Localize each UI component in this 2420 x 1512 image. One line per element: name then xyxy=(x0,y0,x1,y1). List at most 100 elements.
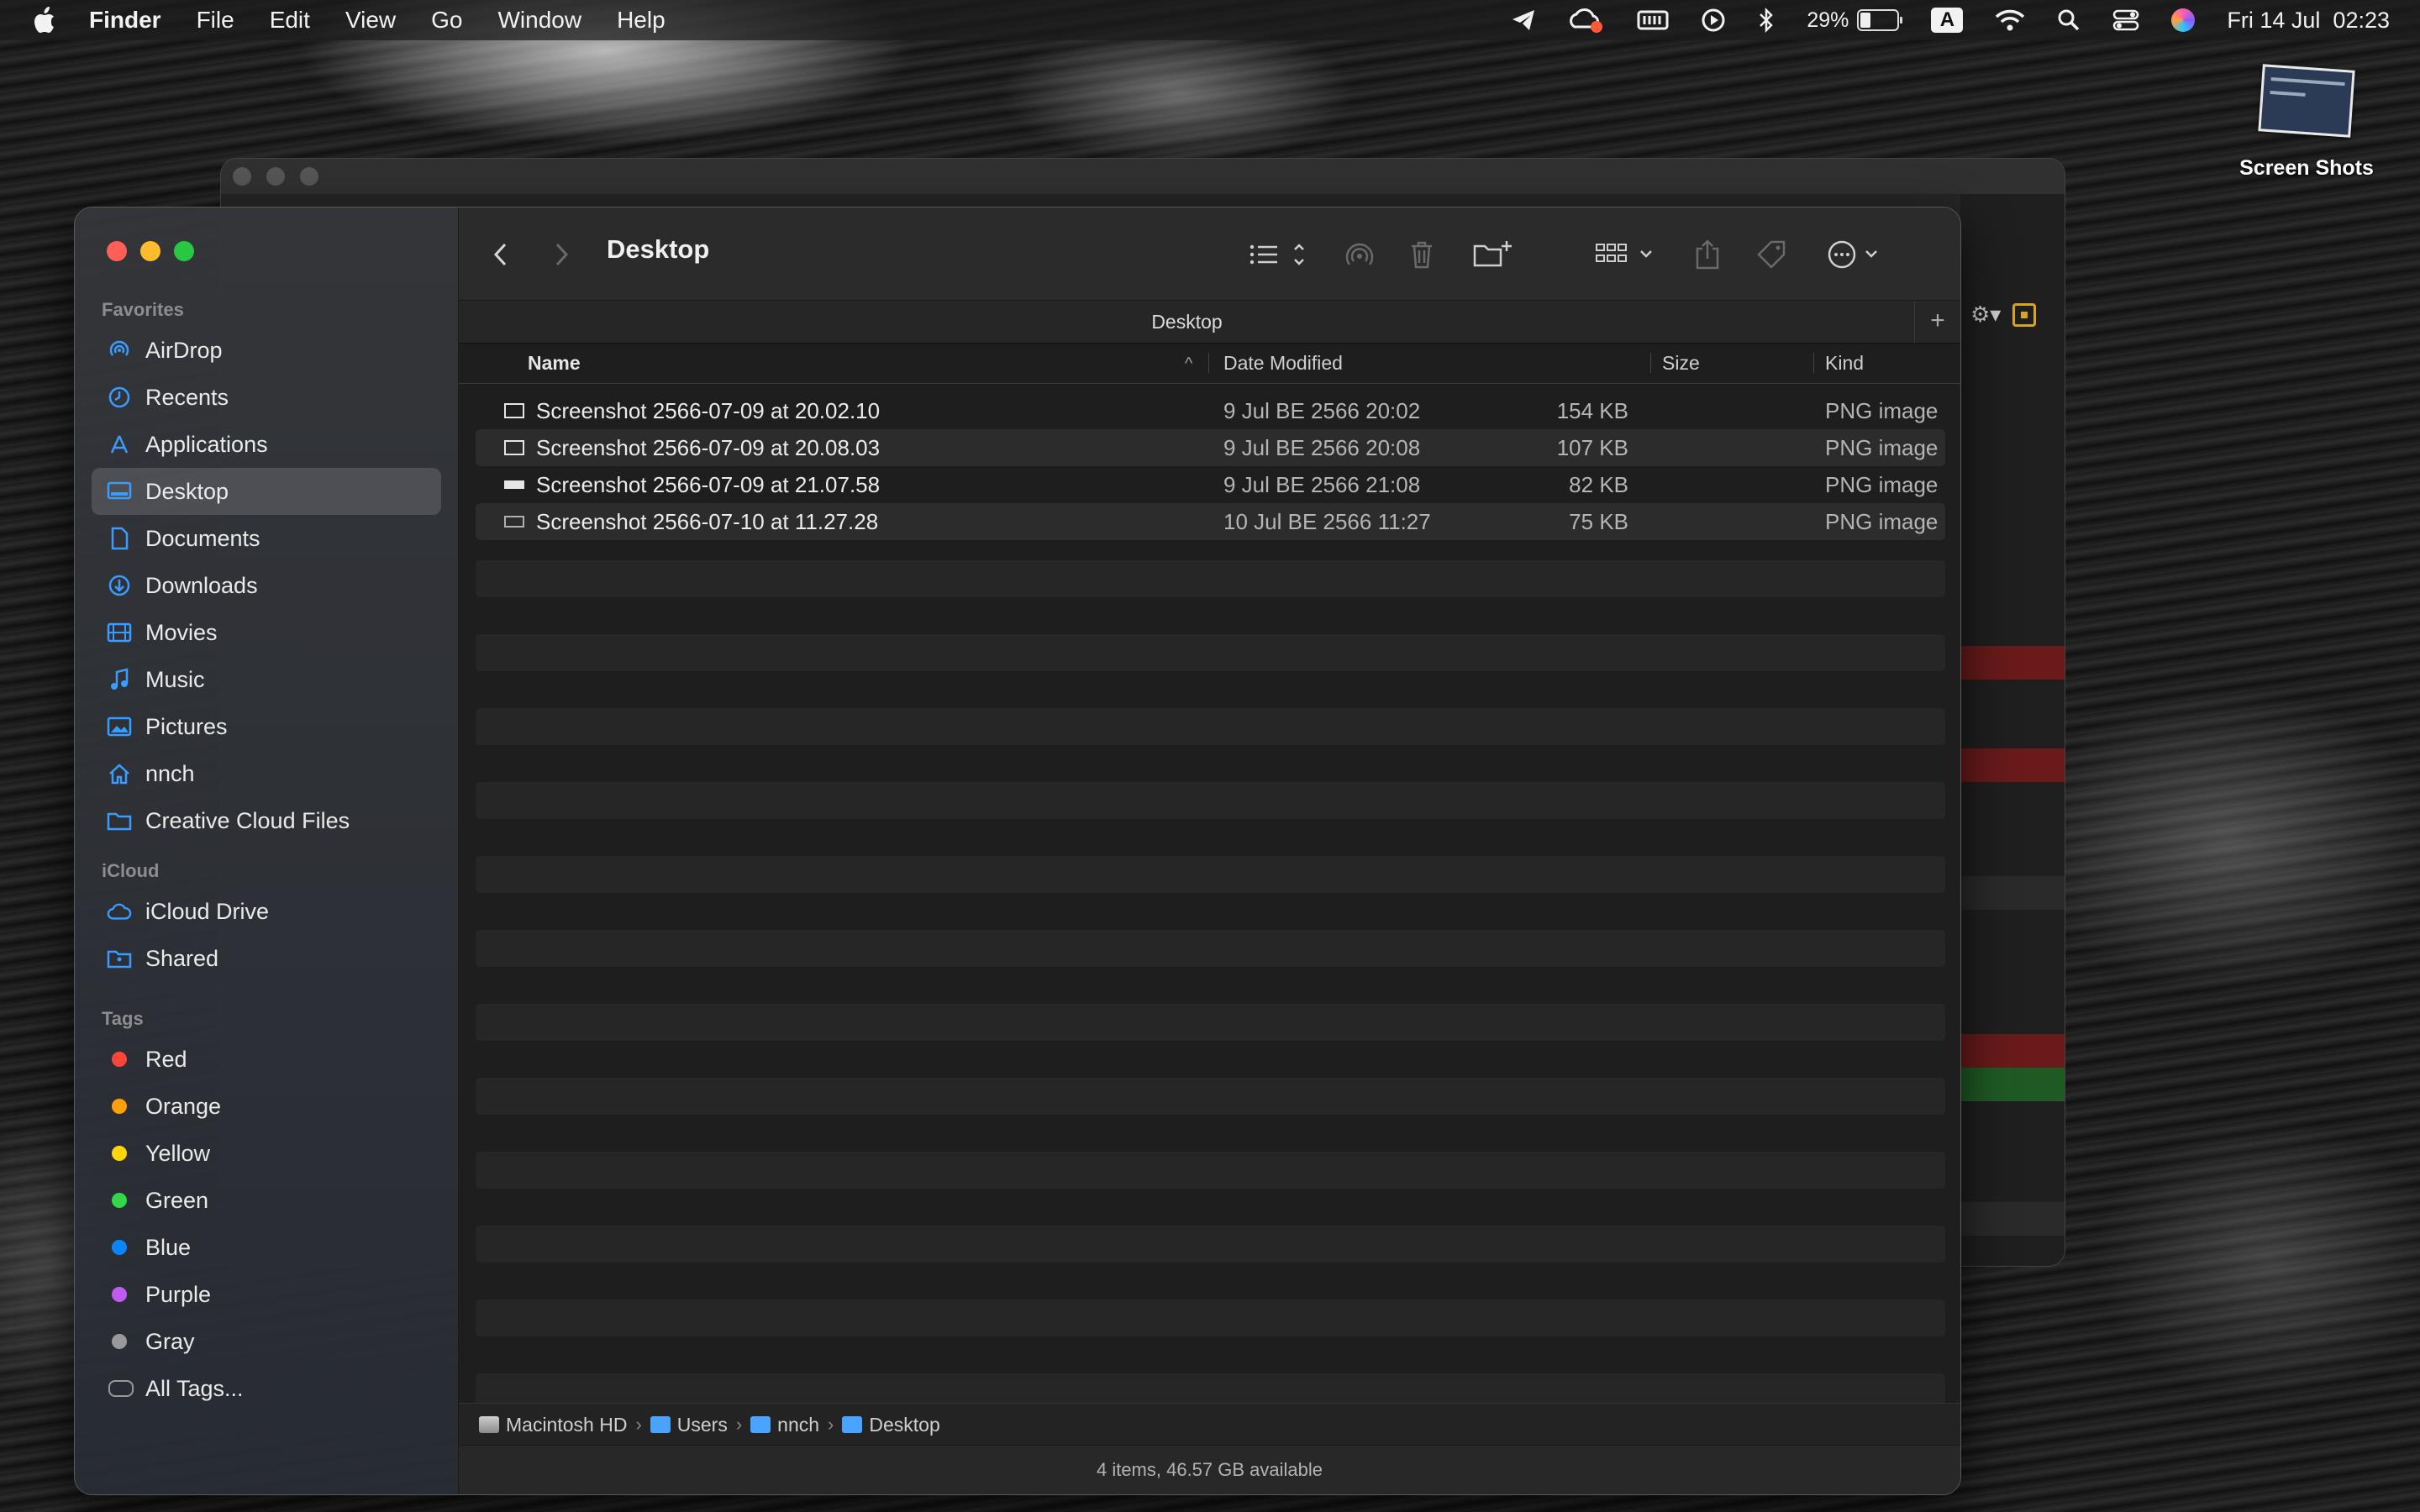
sidebar-item-icloud-drive[interactable]: iCloud Drive xyxy=(92,888,441,935)
siri-icon[interactable] xyxy=(2171,8,2196,32)
finder-window[interactable]: Favorites AirDrop Recents Applications D… xyxy=(74,207,1961,1495)
png-file-icon xyxy=(504,480,524,489)
file-row[interactable]: Screenshot 2566-07-09 at 20.08.03 9 Jul … xyxy=(476,429,1945,466)
menu-app-finder[interactable]: Finder xyxy=(89,7,161,34)
sidebar-item-label: Desktop xyxy=(145,478,229,504)
sidebar-tag-yellow[interactable]: Yellow xyxy=(92,1130,441,1177)
spotlight-search-icon[interactable] xyxy=(2057,8,2081,32)
sidebar-item-desktop[interactable]: Desktop xyxy=(92,468,441,515)
desktop-folder-screen-shots[interactable]: Screen Shots xyxy=(2235,64,2378,181)
sidebar-item-nnch[interactable]: nnch xyxy=(92,750,441,797)
play-icon[interactable] xyxy=(1701,8,1726,33)
desktop-icon xyxy=(107,479,132,504)
sidebar-item-music[interactable]: Music xyxy=(92,656,441,703)
sidebar-item-label: Downloads xyxy=(145,572,258,598)
airdrop-share-button[interactable] xyxy=(1343,236,1376,273)
sidebar-item-applications[interactable]: Applications xyxy=(92,421,441,468)
finder-content: Desktop Desktop + Name ^ Date Modified S… xyxy=(459,207,1960,1494)
file-size: 75 KB xyxy=(1569,509,1628,534)
bluetooth-icon[interactable] xyxy=(1758,8,1775,33)
sidebar-item-movies[interactable]: Movies xyxy=(92,609,441,656)
forward-button[interactable] xyxy=(553,236,570,273)
sidebar-item-documents[interactable]: Documents xyxy=(92,515,441,562)
apple-menu-icon[interactable] xyxy=(32,7,55,34)
file-row[interactable]: Screenshot 2566-07-10 at 11.27.28 10 Jul… xyxy=(476,503,1945,540)
tab-bar: Desktop + xyxy=(459,300,1960,344)
sidebar-item-shared[interactable]: Shared xyxy=(92,935,441,982)
close-button[interactable] xyxy=(107,241,127,261)
input-source-indicator[interactable]: A xyxy=(1931,8,1964,33)
file-row[interactable]: Screenshot 2566-07-09 at 21.07.58 9 Jul … xyxy=(476,466,1945,503)
telegram-icon[interactable] xyxy=(1511,8,1536,32)
more-actions-button[interactable] xyxy=(1827,236,1886,273)
control-center-icon[interactable] xyxy=(2112,8,2139,32)
sidebar-item-label: Movies xyxy=(145,619,218,645)
creative-cloud-icon[interactable] xyxy=(1568,7,1605,34)
menu-file[interactable]: File xyxy=(197,7,234,34)
clock-datetime[interactable]: Fri 14 Jul 02:23 xyxy=(2227,8,2390,34)
column-header-date-modified[interactable]: Date Modified xyxy=(1223,343,1343,383)
sidebar-tag-purple[interactable]: Purple xyxy=(92,1271,441,1318)
delete-button[interactable] xyxy=(1408,236,1435,273)
file-row[interactable]: Screenshot 2566-07-09 at 20.02.10 9 Jul … xyxy=(476,392,1945,429)
menu-view[interactable]: View xyxy=(345,7,396,34)
inspector-icon[interactable] xyxy=(2012,302,2037,327)
memory-icon[interactable] xyxy=(1637,8,1669,32)
view-mode-button[interactable] xyxy=(1249,236,1309,273)
path-item-macintosh-hd[interactable]: Macintosh HD xyxy=(479,1414,627,1436)
sidebar-item-creative-cloud-files[interactable]: Creative Cloud Files xyxy=(92,797,441,844)
sidebar-item-label: Recents xyxy=(145,384,229,410)
shared-folder-icon xyxy=(107,946,132,971)
tag-button[interactable] xyxy=(1754,236,1788,273)
sidebar-tag-red[interactable]: Red xyxy=(92,1036,441,1083)
new-folder-button[interactable] xyxy=(1472,236,1512,273)
sidebar-item-pictures[interactable]: Pictures xyxy=(92,703,441,750)
column-header-kind[interactable]: Kind xyxy=(1825,343,1864,383)
tag-label: Blue xyxy=(145,1234,192,1260)
inactive-close-button[interactable] xyxy=(233,167,251,186)
path-separator-icon: › xyxy=(735,1414,743,1435)
zoom-button[interactable] xyxy=(174,241,194,261)
sidebar-tag-green[interactable]: Green xyxy=(92,1177,441,1224)
inactive-zoom-button[interactable] xyxy=(300,167,318,186)
folder-icon xyxy=(842,1416,863,1433)
menu-bar: Finder File Edit View Go Window Help 29%… xyxy=(0,0,2420,40)
menu-go[interactable]: Go xyxy=(431,7,462,34)
menu-edit[interactable]: Edit xyxy=(270,7,310,34)
sidebar-tag-orange[interactable]: Orange xyxy=(92,1083,441,1130)
clock-icon xyxy=(107,385,132,410)
tag-color-dot xyxy=(112,1052,127,1067)
wifi-icon[interactable] xyxy=(1995,8,2025,32)
menu-help[interactable]: Help xyxy=(617,7,666,34)
sidebar-all-tags[interactable]: All Tags... xyxy=(92,1365,441,1412)
group-by-button[interactable] xyxy=(1595,236,1657,273)
column-header-name[interactable]: Name xyxy=(528,343,581,383)
path-item-nnch[interactable]: nnch xyxy=(750,1414,819,1436)
inactive-minimize-button[interactable] xyxy=(266,167,285,186)
chevron-right-icon xyxy=(555,243,569,266)
file-list: Screenshot 2566-07-09 at 20.02.10 9 Jul … xyxy=(476,392,1945,540)
sidebar-item-recents[interactable]: Recents xyxy=(92,374,441,421)
file-date: 10 Jul BE 2566 11:27 xyxy=(1223,509,1431,534)
menu-window[interactable]: Window xyxy=(497,7,581,34)
battery-status[interactable]: 29% xyxy=(1807,8,1903,33)
empty-list-area[interactable] xyxy=(476,560,1945,1410)
path-item-desktop[interactable]: Desktop xyxy=(842,1414,940,1436)
grid-group-icon xyxy=(1596,244,1652,262)
tag-color-dot xyxy=(112,1193,127,1208)
column-header-size[interactable]: Size xyxy=(1662,343,1700,383)
back-button[interactable] xyxy=(492,236,509,273)
sidebar-item-downloads[interactable]: Downloads xyxy=(92,562,441,609)
sidebar-tag-blue[interactable]: Blue xyxy=(92,1224,441,1271)
document-icon xyxy=(107,526,132,551)
path-item-users[interactable]: Users xyxy=(650,1414,728,1436)
minimize-button[interactable] xyxy=(140,241,160,261)
tab-desktop[interactable]: Desktop xyxy=(459,301,1915,343)
gear-icon[interactable]: ⚙▾ xyxy=(1970,302,2001,328)
sidebar-tag-gray[interactable]: Gray xyxy=(92,1318,441,1365)
sidebar-item-airdrop[interactable]: AirDrop xyxy=(92,327,441,374)
share-button[interactable] xyxy=(1694,236,1721,273)
background-window-titlebar[interactable] xyxy=(221,159,2065,194)
new-tab-button[interactable]: + xyxy=(1914,301,1960,343)
sort-ascending-icon[interactable]: ^ xyxy=(1185,354,1192,374)
